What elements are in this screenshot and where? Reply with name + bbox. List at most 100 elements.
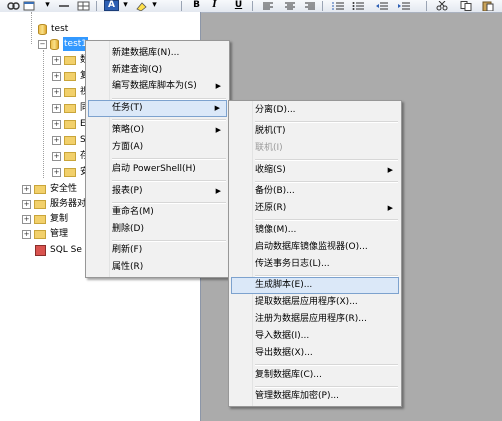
menu-separator [112,180,226,182]
folder-icon [64,167,76,177]
expand-icon[interactable]: + [52,151,61,161]
align-center-icon[interactable] [282,0,297,11]
submenu-arrow-icon: ▶ [387,166,393,174]
expand-icon[interactable]: + [22,229,31,239]
bold-icon[interactable]: B [189,0,204,11]
menu-item-tasks[interactable]: 任务(T) ▶ [88,100,227,117]
expand-icon[interactable]: + [22,199,31,209]
indent-icon[interactable] [396,0,411,11]
expand-icon[interactable]: + [52,103,61,113]
tasks-submenu: 分离(D)... 脱机(T) 联机(I) 收缩(S) ▶ 备份(B)... 还原(… [228,100,402,407]
align-left-icon[interactable] [260,0,275,11]
tree-item-folder[interactable]: + 复 [52,69,89,83]
menu-separator [255,219,398,221]
menu-item-generate-scripts[interactable]: 生成脚本(E)... [231,277,399,294]
menu-item-shrink[interactable]: 收缩(S) ▶ [231,162,399,179]
dropdown-arrow-icon[interactable]: ▾ [121,0,130,11]
dropdown-arrow-icon[interactable]: ▾ [150,0,159,11]
expand-icon[interactable]: + [52,87,61,97]
submenu-arrow-icon: ▶ [215,82,221,90]
database-context-menu: 新建数据库(N)... 新建查询(Q) 编写数据库脚本为(S) ▶ 任务(T) ▶ … [85,40,230,278]
expand-icon[interactable]: + [52,119,61,129]
toolbar-separator [426,1,427,11]
menu-item-detach[interactable]: 分离(D)... [231,102,399,119]
menu-item-import-data[interactable]: 导入数据(I)... [231,328,399,345]
expand-icon[interactable]: + [22,184,31,194]
tree-item-management[interactable]: + 管理 [22,227,68,241]
folder-icon [64,135,76,145]
new-query-icon[interactable] [22,0,37,11]
menu-item-reports[interactable]: 报表(P) ▶ [88,183,227,200]
menu-item-new-database[interactable]: 新建数据库(N)... [88,45,227,62]
tree-item-label: 安全性 [50,184,78,194]
outdent-icon[interactable] [374,0,389,11]
menu-item-export-data[interactable]: 导出数据(X)... [231,345,399,362]
menu-item-copy-database[interactable]: 复制数据库(C)... [231,367,399,384]
copy-icon[interactable] [458,0,473,11]
minus-icon[interactable] [56,0,71,11]
menu-item-start-powershell[interactable]: 启动 PowerShell(H) [88,161,227,178]
highlight-icon[interactable] [134,0,149,11]
menu-item-take-offline[interactable]: 脱机(T) [231,123,399,140]
tree-item-folder[interactable]: + 数 [52,53,89,67]
connect-icon[interactable] [6,0,21,11]
tree-item-replication[interactable]: + 复制 [22,212,68,226]
toolbar-separator [96,1,97,11]
menu-item-register-data-tier-application[interactable]: 注册为数据层应用程序(R)... [231,311,399,328]
menu-item-script-database-as[interactable]: 编写数据库脚本为(S) ▶ [88,78,227,95]
menu-item-manage-database-encryption[interactable]: 管理数据库加密(P)... [231,388,399,405]
table-icon[interactable] [76,0,91,11]
underline-icon[interactable]: U [231,0,246,11]
font-color-icon[interactable]: A [104,0,119,11]
submenu-arrow-icon: ▶ [214,104,220,112]
menu-item-facets[interactable]: 方面(A) [88,139,227,156]
submenu-arrow-icon: ▶ [215,126,221,134]
menu-item-new-query[interactable]: 新建查询(Q) [88,62,227,79]
tree-item-database[interactable]: test [38,22,68,36]
menu-item-extract-data-tier-application[interactable]: 提取数据层应用程序(X)... [231,294,399,311]
tree-item-label: test [51,24,69,34]
tree-guide-line [43,50,44,178]
tree-item-database-selected[interactable]: − test1 [38,37,89,51]
folder-icon [34,184,46,194]
collapse-icon[interactable]: − [38,39,47,49]
menu-item-ship-transaction-logs[interactable]: 传送事务日志(L)... [231,256,399,273]
folder-icon [34,199,46,209]
tree-item-folder[interactable]: + 视 [52,85,89,99]
tree-item-folder[interactable]: + S [52,133,86,147]
tree-item-folder[interactable]: + 同 [52,101,89,115]
folder-icon [64,119,76,129]
menu-item-refresh[interactable]: 刷新(F) [88,242,227,259]
cut-icon[interactable] [434,0,449,11]
folder-icon [64,151,76,161]
bullet-list-icon[interactable] [350,0,365,11]
menu-item-mirror[interactable]: 镜像(M)... [231,222,399,239]
menu-item-launch-mirroring-monitor[interactable]: 启动数据库镜像监视器(O)... [231,239,399,256]
tree-item-sql-agent[interactable]: SQL Se [35,243,82,257]
menu-separator [255,159,398,161]
dropdown-arrow-icon[interactable]: ▾ [40,0,55,11]
menu-separator [255,364,398,366]
tree-item-security[interactable]: + 安全性 [22,182,77,196]
menu-item-properties[interactable]: 属性(R) [88,259,227,276]
menu-item-policies[interactable]: 策略(O) ▶ [88,122,227,139]
expand-icon[interactable]: + [52,55,61,65]
tree-item-server-objects[interactable]: + 服务器对 [22,197,86,211]
tree-item-folder[interactable]: + 存 [52,149,89,163]
expand-icon[interactable]: + [22,214,31,224]
menu-item-restore[interactable]: 还原(R) ▶ [231,200,399,217]
tree-item-folder[interactable]: + E [52,117,86,131]
italic-icon[interactable]: I [207,0,222,11]
paste-icon[interactable] [480,0,495,11]
expand-icon[interactable]: + [52,167,61,177]
align-right-icon[interactable] [302,0,317,11]
folder-icon [64,71,76,81]
tree-item-folder[interactable]: + 安 [52,165,89,179]
numbered-list-icon[interactable] [330,0,345,11]
menu-item-backup[interactable]: 备份(B)... [231,183,399,200]
menu-item-rename[interactable]: 重命名(M) [88,204,227,221]
menu-separator [112,158,226,160]
expand-icon[interactable]: + [52,135,61,145]
menu-item-delete[interactable]: 删除(D) [88,221,227,238]
expand-icon[interactable]: + [52,71,61,81]
